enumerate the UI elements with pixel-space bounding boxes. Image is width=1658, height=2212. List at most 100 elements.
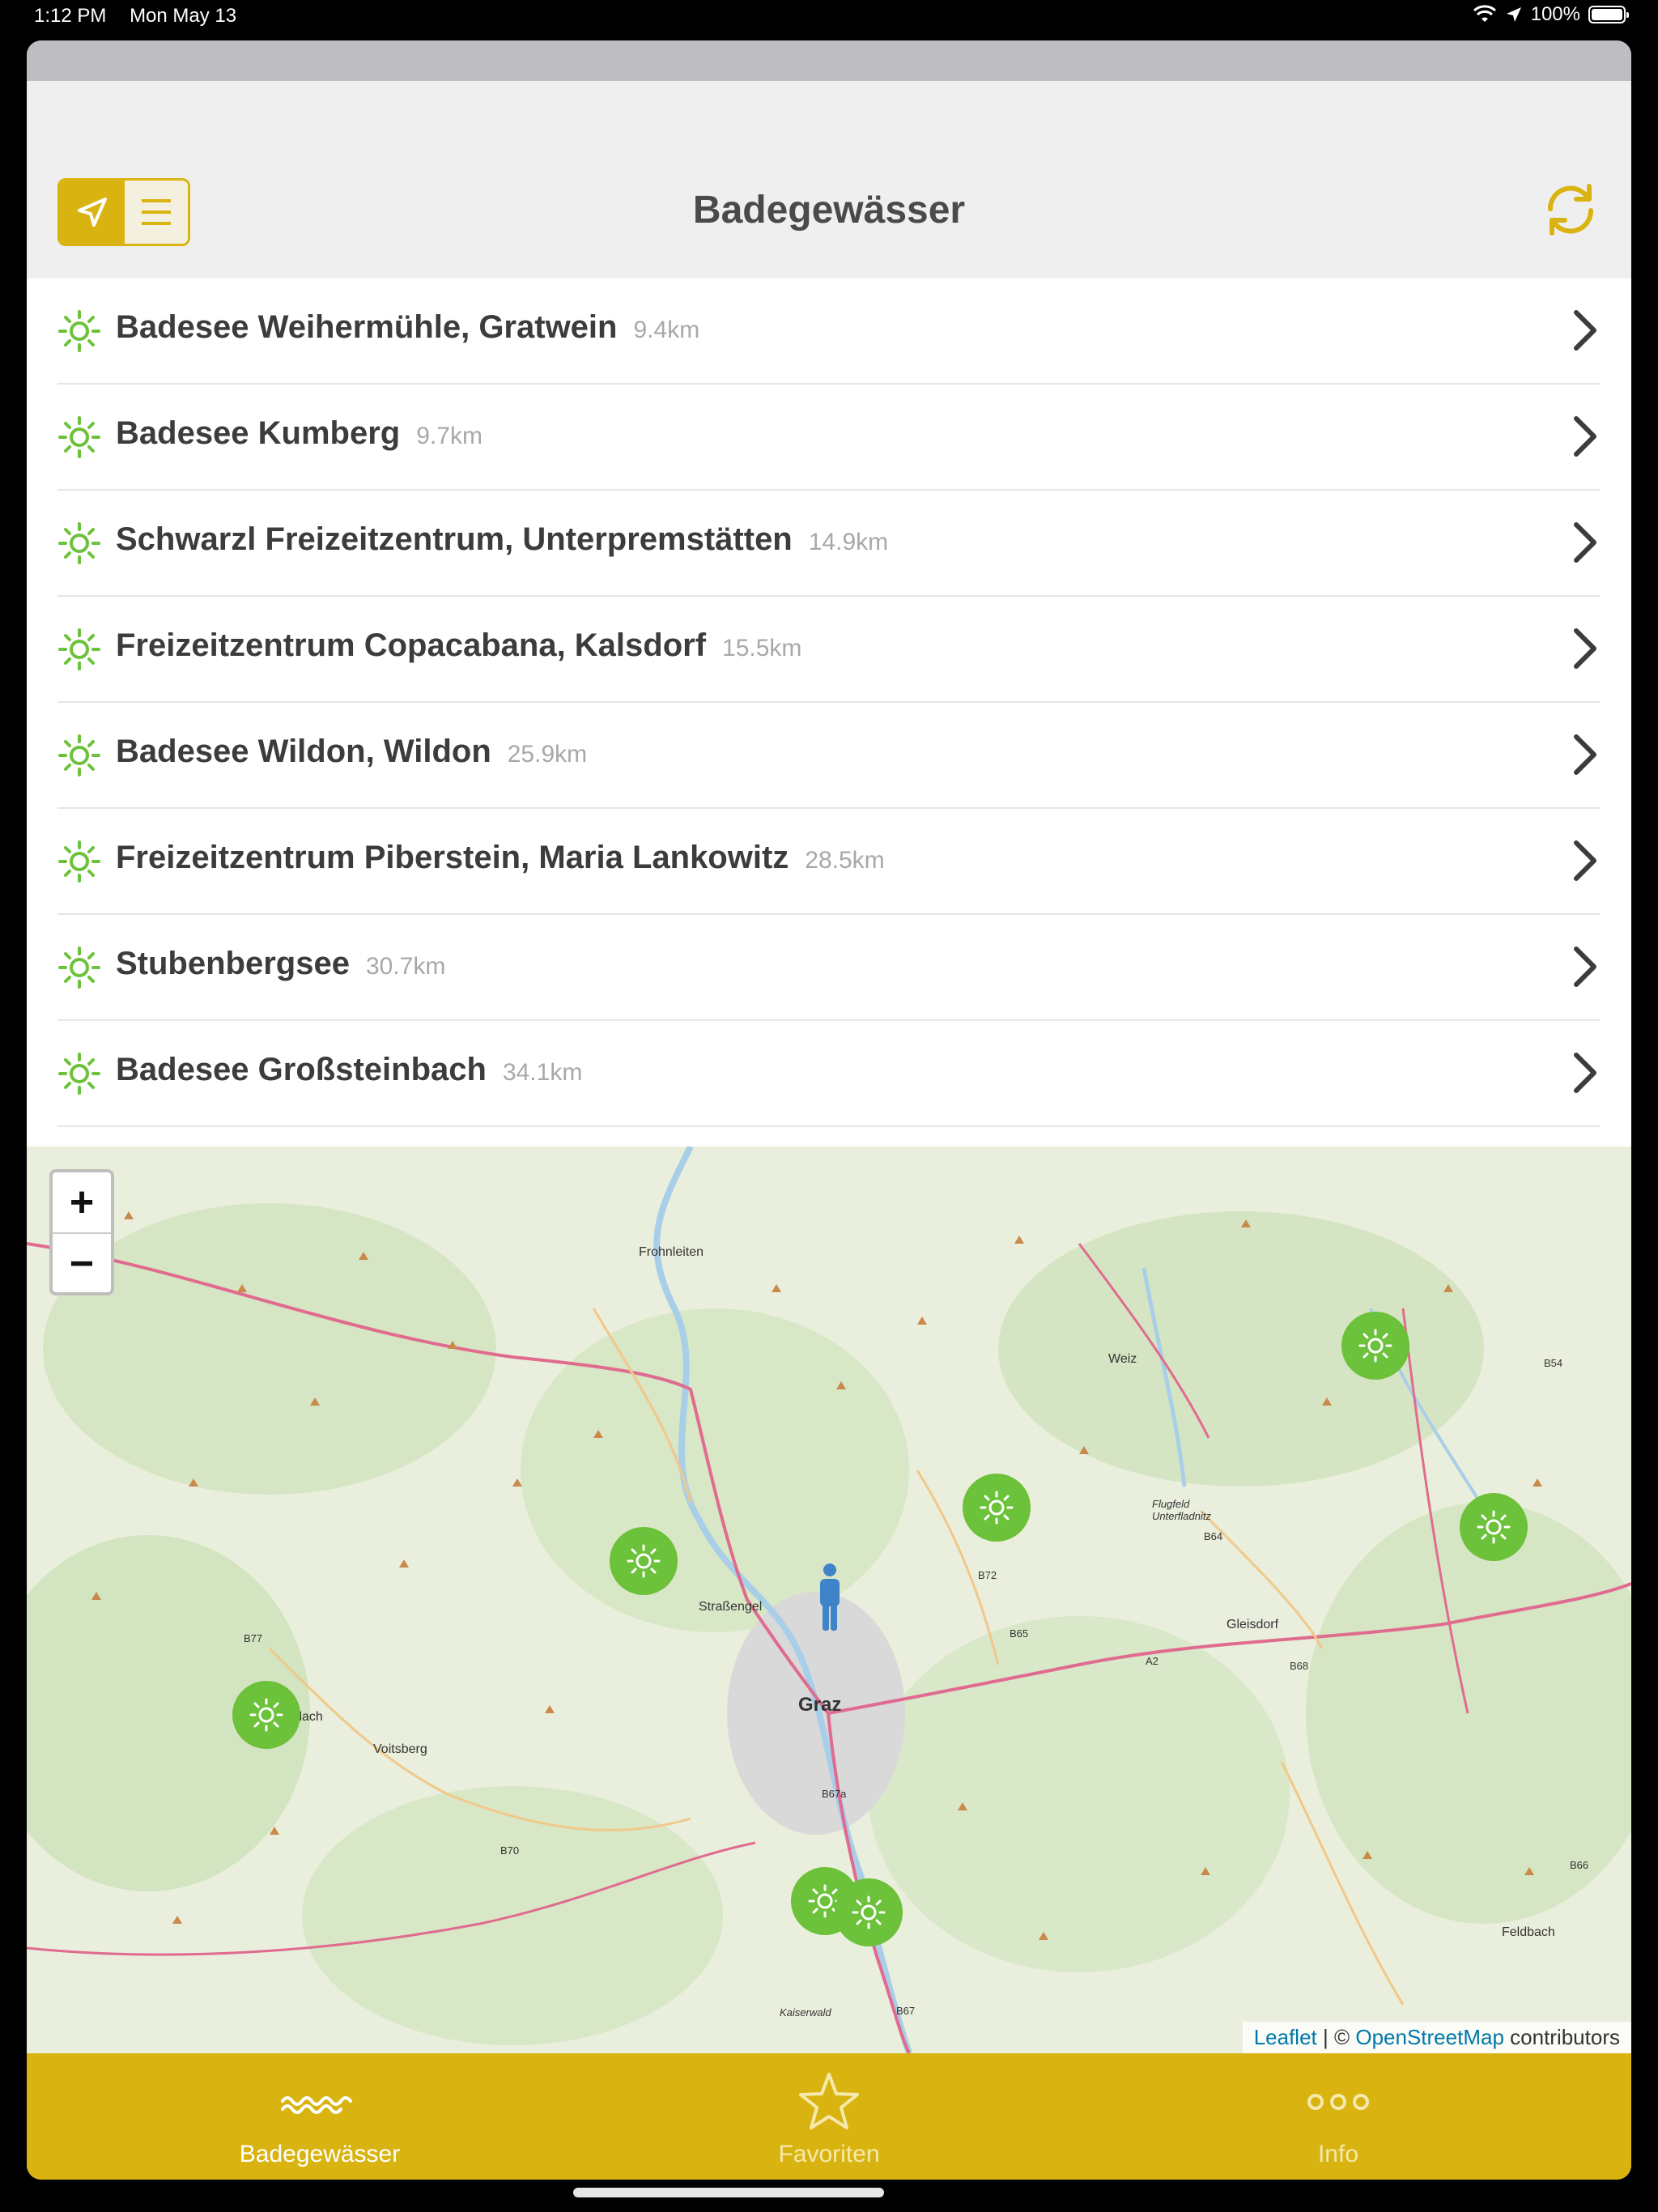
refresh-icon[interactable] [1541, 180, 1601, 240]
map-label-flugfeld: Flugfeld Unterfladnitz [1152, 1498, 1211, 1522]
map-label-feldbach: Feldbach [1502, 1925, 1555, 1939]
list-item-name: Freizeitzentrum Piberstein, Maria Lankow… [116, 840, 885, 876]
tab-label: Info [1317, 2141, 1359, 2167]
list-item[interactable]: Schwarzl Freizeitzentrum, Unterpremstätt… [27, 491, 1631, 597]
list-item[interactable]: Freizeitzentrum Copacabana, Kalsdorf 15.5… [27, 597, 1631, 703]
zoom-control: + − [49, 1169, 114, 1295]
sun-icon [58, 522, 100, 564]
list-item-name: Badesee Weihermühle, Gratwein 9.4km [116, 309, 699, 346]
sun-icon [980, 1491, 1014, 1525]
map-marker-lake[interactable] [610, 1527, 678, 1595]
sun-icon [58, 310, 100, 352]
map-label-kaiserwald: Kaiserwald [780, 2006, 831, 2018]
sun-icon [627, 1544, 661, 1578]
sun-icon [58, 416, 100, 458]
map-road-b66: B66 [1570, 1859, 1589, 1871]
chevron-right-icon [1574, 310, 1596, 351]
tab-badegewaesser[interactable]: Badegewässer [158, 2053, 482, 2180]
lake-name: Badesee Wildon, Wildon [116, 734, 491, 769]
lake-distance: 9.4km [633, 317, 700, 343]
leaflet-link[interactable]: Leaflet [1254, 2025, 1317, 2049]
sun-icon [58, 734, 100, 776]
zoom-out-button[interactable]: − [53, 1234, 111, 1294]
chevron-right-icon [1574, 946, 1596, 987]
list-item-name: Badesee Großsteinbach 34.1km [116, 1052, 582, 1088]
lake-name: Badesee Großsteinbach [116, 1052, 487, 1087]
lake-distance: 14.9km [808, 529, 889, 555]
page-title: Badegewässer [692, 189, 966, 232]
map-road-b68: B68 [1290, 1660, 1309, 1672]
list-item[interactable]: Stubenbergsee 30.7km [27, 915, 1631, 1021]
battery-icon [1588, 6, 1629, 23]
sun-icon [1477, 1510, 1511, 1544]
sheet-grabber[interactable] [27, 40, 1631, 81]
tab-label: Badegewässer [239, 2141, 401, 2167]
lake-distance: 25.9km [507, 741, 588, 768]
chevron-right-icon [1574, 840, 1596, 881]
map-view[interactable]: Graz Frohnleiten Weiz Straßengel Voitsbe… [27, 1146, 1631, 2053]
map-label-graz: Graz [798, 1694, 842, 1716]
sun-icon [1358, 1329, 1392, 1363]
list-item-name: Badesee Kumberg 9.7km [116, 415, 483, 452]
map-road-b67a: B67a [822, 1788, 847, 1800]
star-icon [799, 2073, 859, 2129]
map-road-b77: B77 [244, 1632, 263, 1644]
tab-info[interactable]: Info [1176, 2053, 1500, 2180]
list-item-name: Schwarzl Freizeitzentrum, Unterpremstätt… [116, 521, 888, 558]
lake-name: Badesee Weihermühle, Gratwein [116, 309, 618, 345]
waves-icon [281, 2096, 352, 2114]
map-marker-lake[interactable] [1460, 1493, 1528, 1561]
tab-label: Favoriten [778, 2141, 880, 2167]
sun-icon [58, 946, 100, 989]
list-item[interactable]: Sulmsee, Tillmitsch38.5km [27, 1127, 1631, 1146]
status-bar-right: 100% [1473, 3, 1629, 26]
lake-name: Freizeitzentrum Piberstein, Maria Lankow… [116, 840, 789, 875]
list-item[interactable]: Badesee Großsteinbach 34.1km [27, 1021, 1631, 1127]
lake-list[interactable]: Badesee Weihermühle, Gratwein 9.4km Badese… [27, 279, 1631, 1146]
chevron-right-icon [1574, 522, 1596, 563]
app-sheet: Badegewässer Badesee Weihermühle, Gratwe… [27, 40, 1631, 2180]
map-label-strassengel: Straßengel [699, 1600, 763, 1614]
map-marker-lake[interactable] [963, 1474, 1031, 1542]
map-road-a2: A2 [1146, 1655, 1158, 1667]
zoom-in-button[interactable]: + [53, 1172, 111, 1234]
map-marker-lake[interactable] [1341, 1312, 1409, 1380]
map-marker-lake[interactable] [232, 1681, 300, 1749]
status-bar: 1:12 PM Mon May 13 100% [0, 0, 1658, 32]
chevron-right-icon [1574, 734, 1596, 775]
lake-distance: 15.5km [722, 635, 802, 661]
battery-percent: 100% [1530, 3, 1580, 25]
lake-distance: 34.1km [502, 1059, 583, 1086]
map-marker-lake[interactable] [835, 1878, 903, 1946]
list-item[interactable]: Badesee Kumberg 9.7km [27, 385, 1631, 491]
lake-name: Freizeitzentrum Copacabana, Kalsdorf [116, 627, 707, 663]
status-bar-left: 1:12 PM Mon May 13 [34, 5, 254, 28]
attribution-contributors: contributors [1503, 2025, 1620, 2049]
status-time: 1:12 PM [34, 5, 107, 27]
map-road-b67: B67 [896, 2005, 916, 2017]
list-item[interactable]: Freizeitzentrum Piberstein, Maria Lankow… [27, 809, 1631, 915]
sun-icon [58, 628, 100, 670]
user-location-icon [820, 1563, 840, 1631]
list-item[interactable]: Badesee Weihermühle, Gratwein 9.4km [27, 279, 1631, 385]
map-label-frohnleiten: Frohnleiten [639, 1245, 704, 1259]
chevron-right-icon [1574, 1053, 1596, 1093]
map-road-b70: B70 [500, 1844, 520, 1857]
sun-icon [58, 1053, 100, 1095]
map-road-b72: B72 [978, 1569, 997, 1581]
tab-favoriten[interactable]: Favoriten [667, 2053, 991, 2180]
map-road-b65: B65 [1010, 1627, 1029, 1640]
status-date: Mon May 13 [130, 5, 237, 27]
map-road-b54: B54 [1544, 1357, 1563, 1369]
navigation-bar: Badegewässer [27, 81, 1631, 279]
list-item[interactable]: Badesee Wildon, Wildon 25.9km [27, 703, 1631, 809]
list-item-name: Freizeitzentrum Copacabana, Kalsdorf 15.5… [116, 627, 801, 664]
list-item-name: Badesee Wildon, Wildon 25.9km [116, 734, 587, 770]
lake-distance: 9.7km [416, 423, 483, 449]
map-attribution: Leaflet | © OpenStreetMap contributors [1242, 2022, 1631, 2053]
map-label-weiz: Weiz [1108, 1352, 1137, 1366]
home-indicator[interactable] [573, 2188, 884, 2197]
map-road-b64: B64 [1204, 1530, 1223, 1542]
lake-distance: 28.5km [805, 847, 885, 874]
openstreetmap-link[interactable]: OpenStreetMap [1355, 2025, 1504, 2049]
